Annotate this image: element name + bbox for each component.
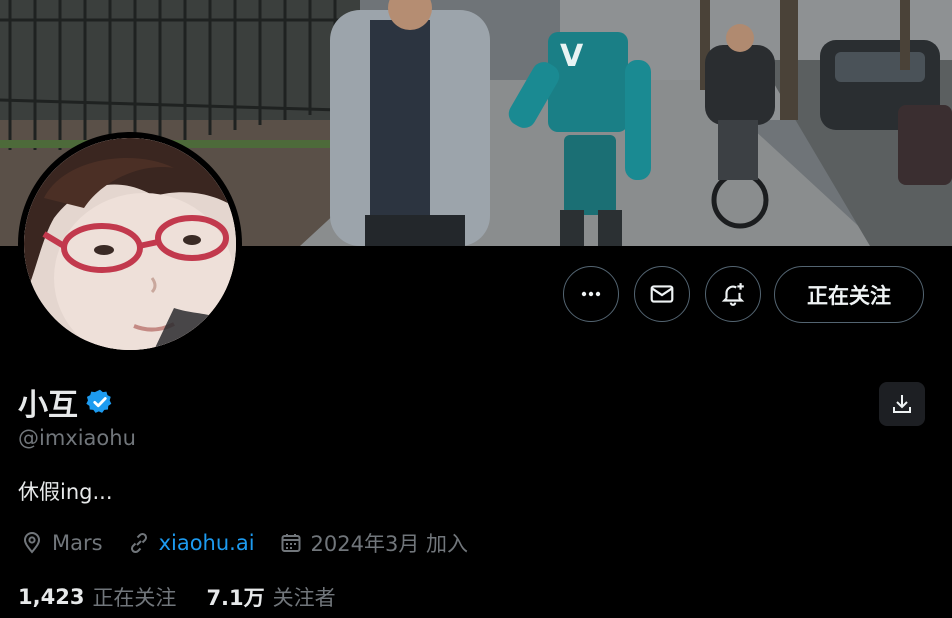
link-icon [130, 532, 147, 554]
envelope-icon [650, 285, 674, 303]
follow-stats: 1,423 正在关注 7.1万 关注者 [18, 582, 366, 612]
location-pin-icon [23, 532, 41, 554]
profile-avatar[interactable] [18, 132, 242, 356]
profile-meta: Mars xiaohu.ai 2024年3月 加入 [20, 528, 492, 558]
following-label: 正在关注 [92, 586, 177, 610]
location-item: Mars [20, 531, 103, 555]
more-button[interactable] [563, 266, 619, 322]
followers-label: 关注者 [272, 586, 336, 610]
website-link[interactable]: xiaohu.ai [159, 531, 255, 555]
followers-count: 7.1万 [206, 586, 265, 610]
following-count: 1,423 [18, 585, 85, 609]
joined-item: 2024年3月 加入 [279, 528, 468, 558]
website-item: xiaohu.ai [127, 531, 255, 555]
svg-text:V: V [560, 39, 584, 74]
subscribe-notifications-button[interactable] [705, 266, 761, 322]
name-row: 小互 [18, 380, 114, 424]
joined-date: 2024年3月 加入 [310, 532, 469, 556]
verified-badge-icon[interactable] [86, 388, 114, 416]
user-bio: 休假ing... [18, 480, 113, 504]
calendar-icon [281, 534, 301, 552]
message-button[interactable] [634, 266, 690, 322]
location-text: Mars [52, 531, 103, 555]
user-handle: @imxiaohu [18, 426, 136, 450]
avatar-image [24, 138, 236, 350]
display-name: 小互 [18, 388, 78, 423]
followers-stat[interactable]: 7.1万 关注者 [206, 582, 335, 612]
download-button[interactable] [879, 382, 925, 426]
bell-plus-icon [721, 283, 745, 306]
download-icon [893, 395, 911, 413]
following-button[interactable]: 正在关注 [774, 266, 924, 323]
following-stat[interactable]: 1,423 正在关注 [18, 582, 176, 612]
more-horizontal-icon [581, 291, 601, 297]
